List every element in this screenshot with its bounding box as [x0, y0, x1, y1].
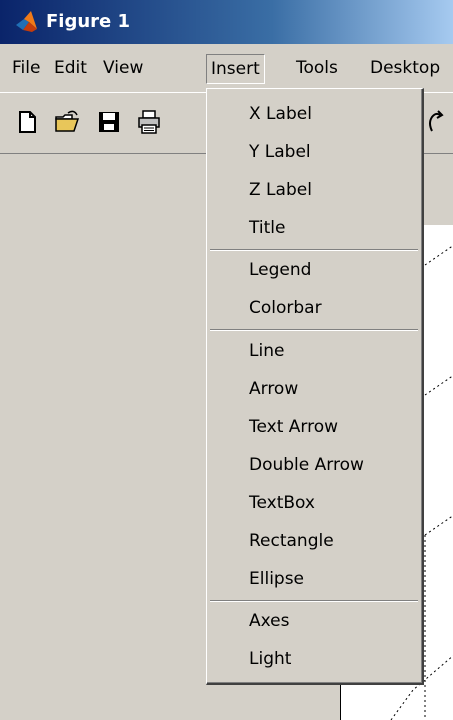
menu-view[interactable]: View — [99, 54, 147, 82]
menu-item-ellipse[interactable]: Ellipse — [249, 562, 304, 596]
menu-item-colorbar[interactable]: Colorbar — [249, 291, 322, 325]
title-bar[interactable]: Figure 1 — [0, 0, 453, 44]
menu-item-axes[interactable]: Axes — [249, 604, 289, 638]
menu-item-text-arrow[interactable]: Text Arrow — [249, 410, 338, 444]
menu-separator — [210, 329, 418, 331]
menu-insert[interactable]: Insert — [206, 54, 265, 84]
open-folder-icon[interactable] — [54, 109, 80, 135]
menu-item-rectangle[interactable]: Rectangle — [249, 524, 334, 558]
new-file-icon[interactable] — [14, 109, 40, 135]
menu-separator — [210, 600, 418, 602]
print-icon[interactable] — [136, 109, 162, 135]
menu-item-double-arrow[interactable]: Double Arrow — [249, 448, 364, 482]
menu-file[interactable]: File — [8, 54, 44, 82]
menu-item-arrow[interactable]: Arrow — [249, 372, 298, 406]
rotate-icon[interactable] — [424, 109, 450, 135]
menu-bar: File Edit View Insert Tools Desktop — [0, 44, 453, 92]
menu-item-title[interactable]: Title — [249, 211, 285, 245]
menu-separator — [210, 249, 418, 251]
matlab-logo-icon — [16, 11, 37, 32]
menu-item-line[interactable]: Line — [249, 334, 284, 368]
menu-item-x-label[interactable]: X Label — [249, 97, 312, 131]
menu-tools[interactable]: Tools — [292, 54, 342, 82]
window-title: Figure 1 — [46, 11, 131, 32]
menu-edit[interactable]: Edit — [50, 54, 91, 82]
menu-item-z-label[interactable]: Z Label — [249, 173, 312, 207]
menu-item-legend[interactable]: Legend — [249, 253, 311, 287]
menu-item-y-label[interactable]: Y Label — [249, 135, 311, 169]
menu-desktop[interactable]: Desktop — [366, 54, 444, 82]
menu-item-light[interactable]: Light — [249, 642, 291, 676]
save-icon[interactable] — [96, 109, 122, 135]
insert-menu-dropdown: X Label Y Label Z Label Title Legend Col… — [206, 88, 424, 685]
menu-item-textbox[interactable]: TextBox — [249, 486, 315, 520]
